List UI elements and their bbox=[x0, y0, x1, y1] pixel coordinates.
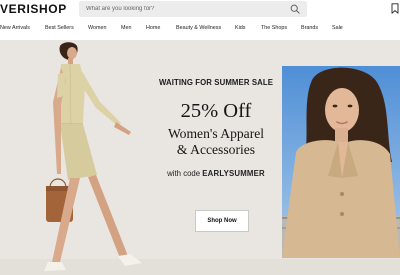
bookmark-icon[interactable] bbox=[391, 3, 399, 14]
promo-code-prefix: with code bbox=[167, 169, 203, 178]
header: VERISHOP bbox=[0, 0, 400, 20]
promo-code: EARLYSUMMER bbox=[202, 169, 265, 178]
hero-banner[interactable]: WAITING FOR SUMMER SALE 25% Off Women's … bbox=[0, 40, 400, 275]
nav-item-kids[interactable]: Kids bbox=[235, 25, 246, 31]
offer-subtitle-line2: & Accessories bbox=[176, 142, 256, 157]
offer-subtitle: Women's Apparel & Accessories bbox=[150, 126, 282, 158]
sale-eyebrow: WAITING FOR SUMMER SALE bbox=[158, 78, 274, 87]
nav-item-women[interactable]: Women bbox=[88, 25, 106, 31]
offer-subtitle-line1: Women's Apparel bbox=[167, 126, 265, 141]
nav-item-home[interactable]: Home bbox=[146, 25, 160, 31]
nav-item-new-arrivals[interactable]: New Arrivals bbox=[0, 25, 30, 31]
search-bar bbox=[79, 1, 307, 17]
search-icon[interactable] bbox=[290, 4, 300, 14]
nav-item-men[interactable]: Men bbox=[121, 25, 132, 31]
search-input[interactable] bbox=[79, 1, 279, 17]
walking-model-photo bbox=[44, 42, 142, 271]
nav-item-brands[interactable]: Brands bbox=[301, 25, 318, 31]
promo-code-line: with code EARLYSUMMER bbox=[150, 169, 282, 178]
category-nav: New Arrivals Best Sellers Women Men Home… bbox=[0, 22, 400, 36]
nav-item-best-sellers[interactable]: Best Sellers bbox=[45, 25, 74, 31]
nav-item-the-shops[interactable]: The Shops bbox=[261, 25, 287, 31]
logo[interactable]: VERISHOP bbox=[0, 2, 67, 16]
offer-title: 25% Off bbox=[180, 100, 252, 122]
nav-item-beauty-wellness[interactable]: Beauty & Wellness bbox=[176, 25, 221, 31]
shop-now-button[interactable]: Shop Now bbox=[195, 210, 249, 232]
nav-item-sale[interactable]: Sale bbox=[332, 25, 343, 31]
model-portrait-photo bbox=[282, 66, 400, 258]
